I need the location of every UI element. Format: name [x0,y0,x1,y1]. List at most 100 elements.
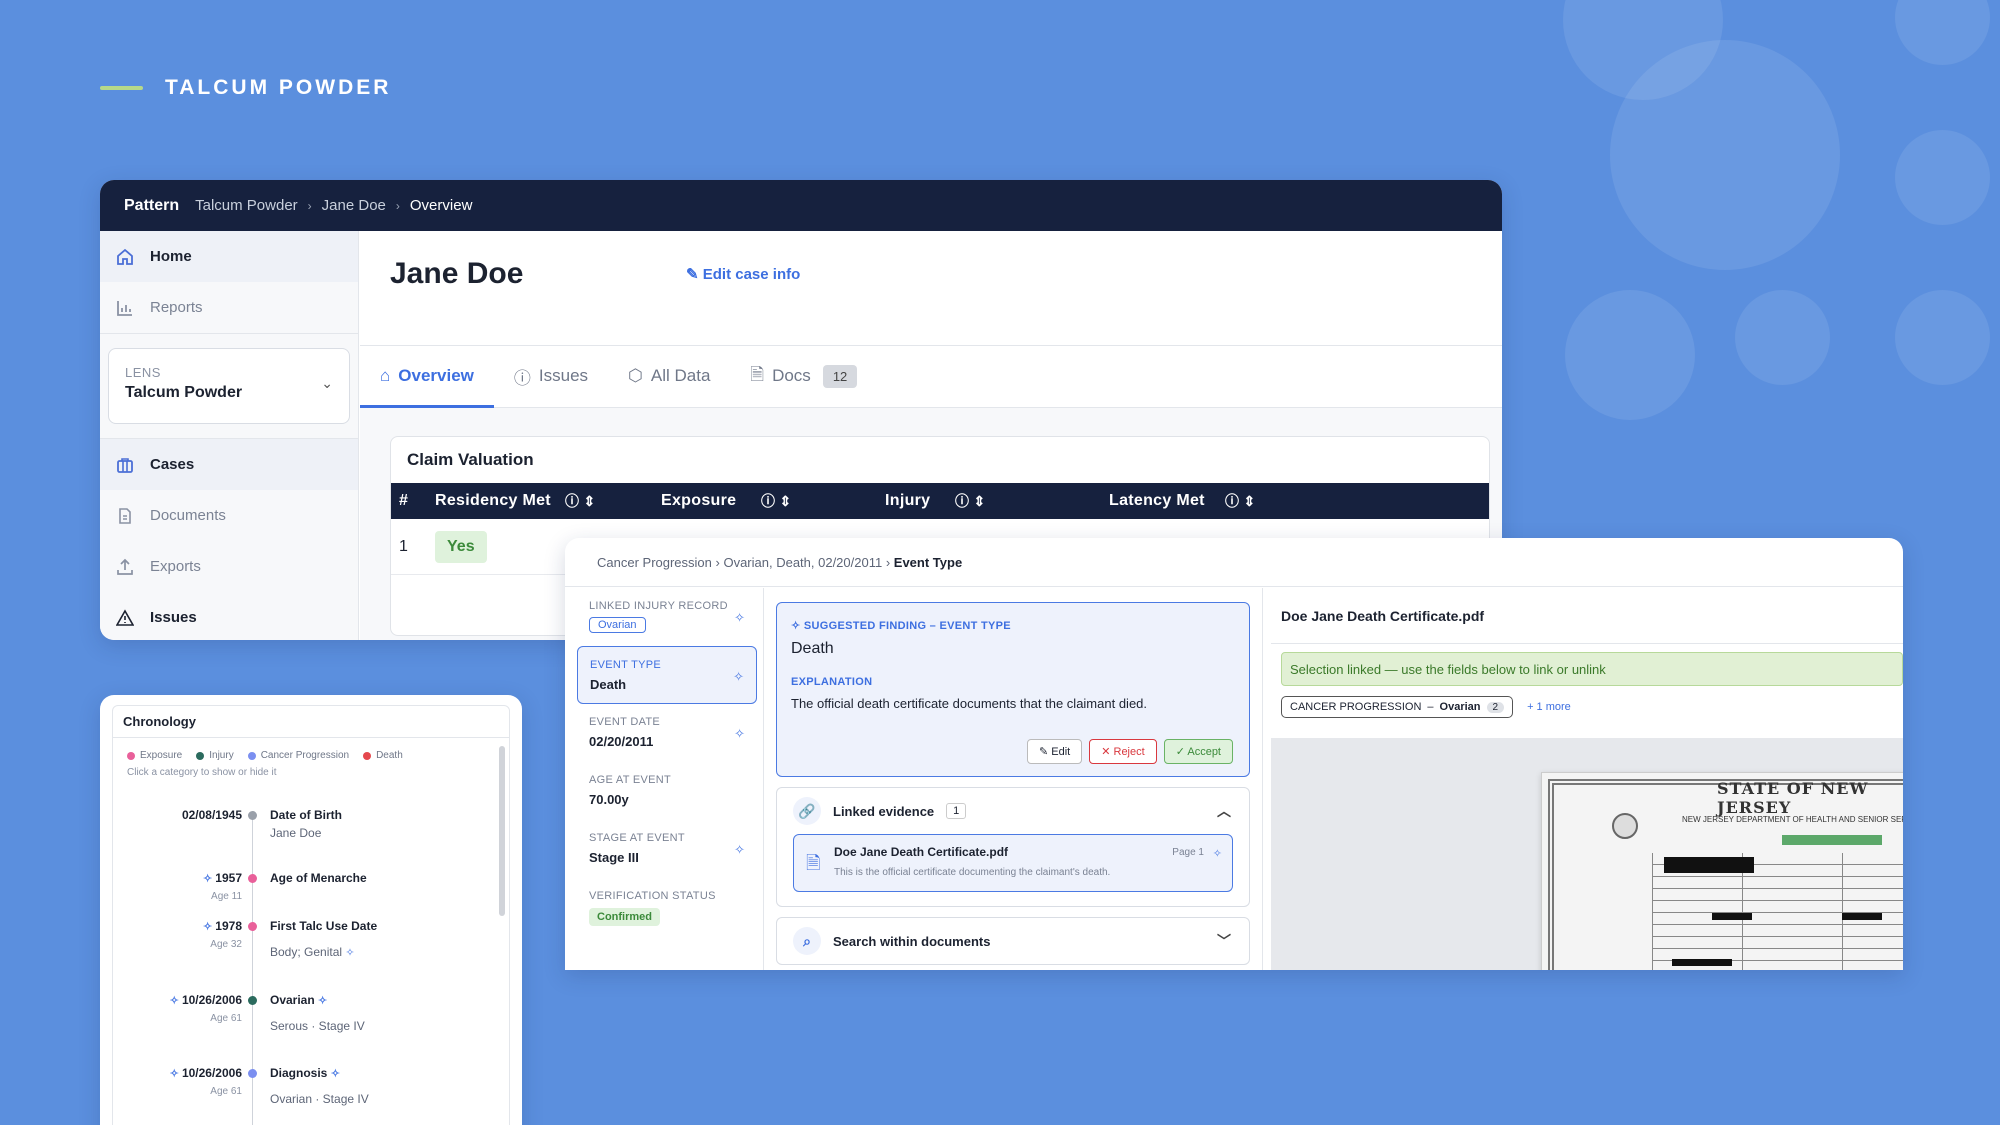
sidebar-item-documents[interactable]: Documents [100,490,358,541]
info-icon: ⓘ [513,368,531,388]
accept-button[interactable]: ✓ Accept [1163,739,1233,764]
legend-item[interactable]: Injury [196,750,234,761]
sidebar-item-label: Home [150,248,192,265]
breadcrumb-item[interactable]: Ovarian, Death, 02/20/2011 [723,555,882,570]
sidebar-item-exports[interactable]: Exports [100,541,358,592]
sparkle-icon: ✧ [318,995,328,1007]
page-title: Jane Doe [390,257,524,290]
legend: Exposure Injury Cancer Progression Death [113,738,509,761]
close-icon: ✕ [1101,746,1114,758]
sidebar-item-issues[interactable]: Issues [100,592,358,640]
category-chip[interactable]: CANCER PROGRESSION – Ovarian 2 [1281,696,1514,718]
legend-label: Death [376,750,403,761]
case-header: Jane Doe ✎ Edit case info [360,231,1502,346]
count-badge: 1 [946,803,967,819]
pdf-canvas[interactable]: STATE OF NEW JERSEY NEW JERSEY DEPARTMEN… [1271,738,1903,970]
event-subtitle-text: Body; Genital [270,945,343,959]
decor-circle [1610,40,1840,270]
info-icon[interactable]: ⓘ ⇕ [1225,491,1265,511]
field-linked-injury[interactable]: LINKED INJURY RECORD Ovarian ✧ [577,588,757,646]
info-icon[interactable]: ⓘ ⇕ [565,491,605,511]
home-icon [114,246,136,268]
decor-circle [1565,290,1695,420]
sidebar-item-reports[interactable]: Reports [100,282,358,333]
sidebar-item-cases[interactable]: Cases [100,439,358,490]
divider [100,333,358,334]
explanation-label: EXPLANATION [791,676,873,688]
sparkle-icon: ✧ [345,947,355,959]
edit-case-button[interactable]: ✎ Edit case info [686,265,800,283]
chevron-down-icon: ⌄ [321,375,333,391]
scrollbar[interactable] [499,746,505,916]
tab-bar: ⌂ Overview ⓘ Issues ⬡ All Data 🗎 Docs 12 [360,346,1502,408]
legend-item[interactable]: Death [363,750,403,761]
lens-selector[interactable]: LENS Talcum Powder ⌄ [108,348,350,424]
legend-item[interactable]: Cancer Progression [247,750,349,761]
event-title-text: Diagnosis [270,1066,328,1080]
breadcrumb-item[interactable]: Jane Doe [322,197,386,214]
tab-overview[interactable]: ⌂ Overview [360,345,494,408]
event-age: Age 11 [211,891,242,902]
event-title: Diagnosis ✧ [270,1066,340,1080]
chronology-title: Chronology [113,706,509,738]
link-status-banner: Selection linked — use the fields below … [1281,652,1903,686]
breadcrumb-current: Event Type [893,554,963,570]
edit-case-label: Edit case info [702,266,801,283]
suggestion-value: Death [791,640,834,657]
search-documents-header[interactable]: ⌕ Search within documents ﹀ [777,918,1249,964]
info-icon[interactable]: ⓘ ⇕ [955,491,1109,511]
event-age: Age 61 [210,1086,242,1097]
doc-description: This is the official certificate documen… [834,867,1111,878]
legend-dot [363,751,372,760]
sidebar-item-label: Cases [150,456,195,473]
event-date: ✧ 1957 [203,871,242,885]
breadcrumb-item[interactable]: Talcum Powder [195,197,298,214]
reject-button[interactable]: ✕ Reject [1089,739,1157,764]
field-event-type[interactable]: EVENT TYPE Death ✧ [577,646,757,704]
home-icon: ⌂ [380,366,391,385]
certificate-title: STATE OF NEW JERSEY [1717,779,1869,817]
row-number: 1 [399,537,408,555]
injury-chip[interactable]: Ovarian [589,617,646,633]
field-label: AGE AT EVENT [589,774,672,786]
chevron-right-icon: › [307,198,312,213]
tab-docs[interactable]: 🗎 Docs 12 [750,345,858,407]
tab-issues[interactable]: ⓘ Issues [514,345,588,407]
edit-button[interactable]: ✎ Edit [1026,739,1083,764]
section-label: Linked evidence [833,803,935,819]
more-link[interactable]: + 1 more [1527,701,1571,713]
sidebar: Home Reports LENS Talcum Powder ⌄ Cases … [100,231,359,640]
column-header[interactable]: Exposure [605,492,761,510]
field-verification[interactable]: VERIFICATION STATUS Confirmed [577,878,757,936]
field-stage[interactable]: STAGE AT EVENT Stage III ✧ [577,820,757,878]
warning-icon [114,607,136,629]
event-age: Age 61 [210,1013,242,1024]
sidebar-item-home[interactable]: Home [100,231,358,282]
chevron-up-icon[interactable]: ︿ [1217,801,1231,821]
event-date: ✧ 10/26/2006 [170,1066,242,1080]
legend-item[interactable]: Exposure [127,750,182,761]
chevron-down-icon[interactable]: ﹀ [1217,931,1231,951]
field-event-date[interactable]: EVENT DATE 02/20/2011 ✧ [577,704,757,762]
column-header[interactable]: Injury [885,492,955,510]
doc-page: Page 1 [1172,847,1204,858]
breadcrumb-item[interactable]: Cancer Progression [597,555,712,570]
redaction-block [1712,913,1752,920]
sparkle-icon: ✧ [169,995,182,1007]
action-buttons: ✎ Edit ✕ Reject ✓ Accept [1026,739,1233,764]
evidence-doc-card[interactable]: 🗎 Doe Jane Death Certificate.pdf This is… [793,834,1233,892]
linked-evidence-header[interactable]: 🔗 Linked evidence 1 ︿ [777,788,1249,834]
tab-all-data[interactable]: ⬡ All Data [628,345,710,407]
column-header[interactable]: Residency Met [435,492,565,510]
event-dot [248,996,257,1005]
field-value: 70.00y [589,792,629,807]
link-icon: 🔗 [793,797,821,825]
brand-logo[interactable]: Pattern [124,197,179,215]
table-header: # Residency Met ⓘ ⇕ Exposure ⓘ ⇕ Injury … [391,483,1489,519]
field-age[interactable]: AGE AT EVENT 70.00y [577,762,757,820]
info-icon[interactable]: ⓘ ⇕ [761,491,885,511]
column-header[interactable]: Latency Met [1109,492,1225,510]
edit-icon: ✎ [686,266,703,283]
sidebar-item-label: Issues [150,609,197,626]
form-rule [1842,853,1843,970]
